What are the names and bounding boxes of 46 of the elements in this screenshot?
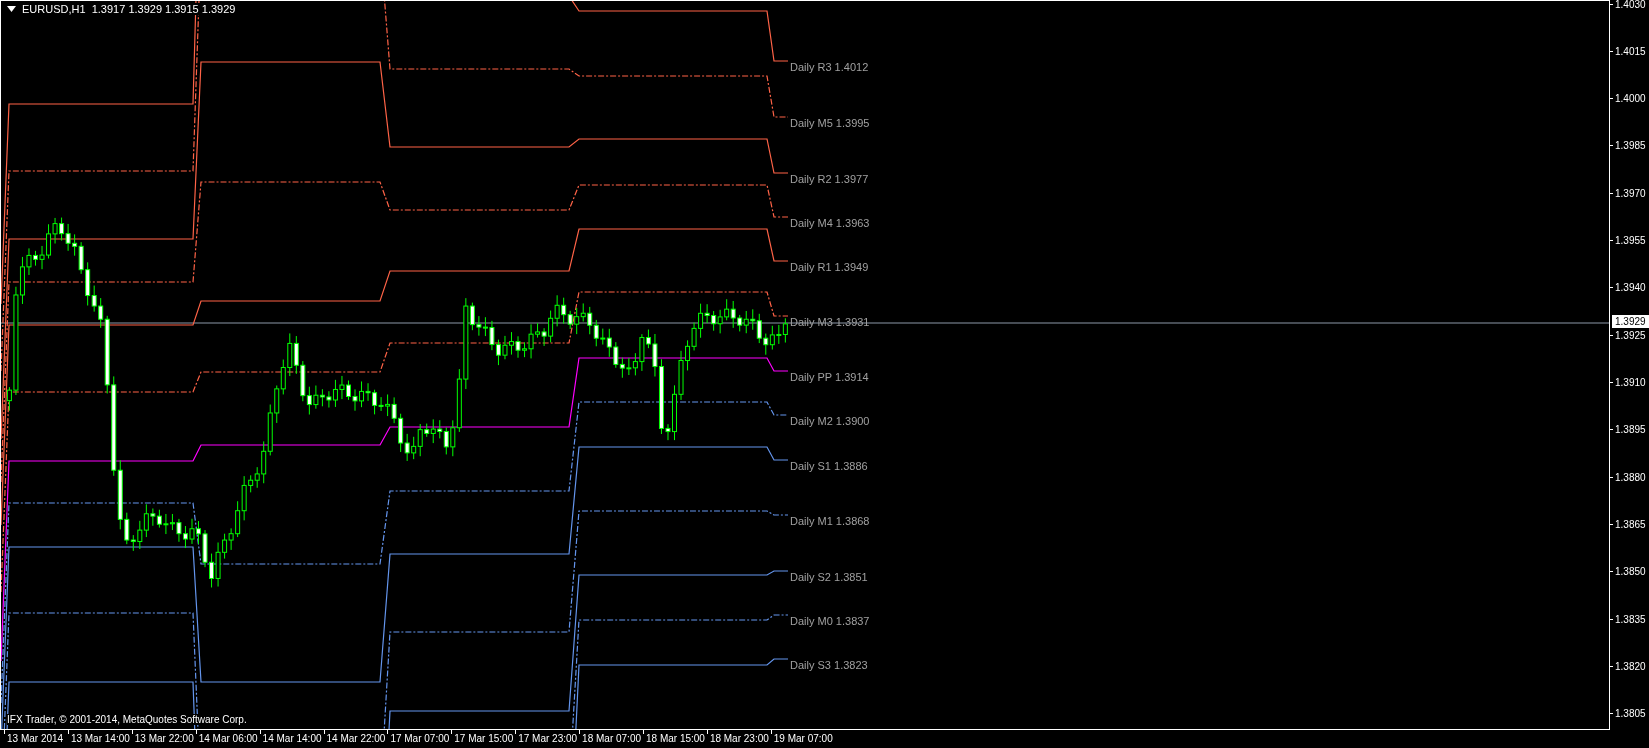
time-label: 17 Mar 15:00 xyxy=(454,733,514,744)
price-label: 1.3895 xyxy=(1615,424,1646,436)
time-label: 14 Mar 22:00 xyxy=(326,733,386,744)
price-label: 1.3835 xyxy=(1615,613,1646,625)
level-label: Daily M2 1.3900 xyxy=(790,415,870,427)
price-label: 1.3805 xyxy=(1615,708,1646,720)
time-label: 19 Mar 07:00 xyxy=(773,733,833,744)
time-label: 13 Mar 14:00 xyxy=(70,733,130,744)
current-price-label: 1.3929 xyxy=(1612,315,1649,328)
level-label: Daily S3 1.3823 xyxy=(790,659,868,671)
price-label: 1.3820 xyxy=(1615,661,1646,673)
price-label: 1.3925 xyxy=(1615,329,1646,341)
copyright-text: IFX Trader, © 2001-2014, MetaQuotes Software Corp. xyxy=(7,714,247,725)
time-label: 18 Mar 23:00 xyxy=(709,733,769,744)
level-label: Daily R1 1.3949 xyxy=(790,261,869,273)
time-label: 14 Mar 06:00 xyxy=(198,733,258,744)
level-label: Daily M4 1.3963 xyxy=(790,217,870,229)
price-label: 1.4015 xyxy=(1615,45,1646,57)
price-label: 1.3850 xyxy=(1615,566,1646,578)
price-label: 1.3970 xyxy=(1615,187,1646,199)
level-label: Daily R2 1.3977 xyxy=(790,173,869,185)
price-label: 1.3880 xyxy=(1615,471,1646,483)
level-label: Daily M0 1.3837 xyxy=(790,615,870,627)
time-label: 17 Mar 23:00 xyxy=(518,733,578,744)
price-label: 1.3985 xyxy=(1615,140,1646,152)
price-label: 1.3940 xyxy=(1615,282,1646,294)
time-label: 14 Mar 14:00 xyxy=(262,733,322,744)
dropdown-triangle-icon[interactable] xyxy=(7,6,16,12)
chart-title: EURUSD,H1 1.3917 1.3929 1.3915 1.3929 xyxy=(22,3,236,15)
price-label: 1.4030 xyxy=(1615,0,1646,10)
time-label: 18 Mar 07:00 xyxy=(582,733,642,744)
level-label: Daily S1 1.3886 xyxy=(790,460,868,472)
level-label: Daily PP 1.3914 xyxy=(790,371,869,383)
time-label: 18 Mar 15:00 xyxy=(646,733,705,744)
price-label: 1.3865 xyxy=(1615,519,1646,531)
level-label: Daily M1 1.3868 xyxy=(790,515,870,527)
level-label: Daily R3 1.4012 xyxy=(790,61,869,73)
time-label: 13 Mar 2014 xyxy=(7,733,64,744)
time-label: 17 Mar 07:00 xyxy=(390,733,450,744)
price-label: 1.3910 xyxy=(1615,377,1646,389)
level-label: Daily M5 1.3995 xyxy=(790,117,870,129)
time-label: 13 Mar 22:00 xyxy=(134,733,194,744)
level-label: Daily S2 1.3851 xyxy=(790,571,868,583)
level-label: Daily M3 1.3931 xyxy=(790,316,870,328)
price-label: 1.3955 xyxy=(1615,235,1646,247)
price-label: 1.4000 xyxy=(1615,93,1646,105)
